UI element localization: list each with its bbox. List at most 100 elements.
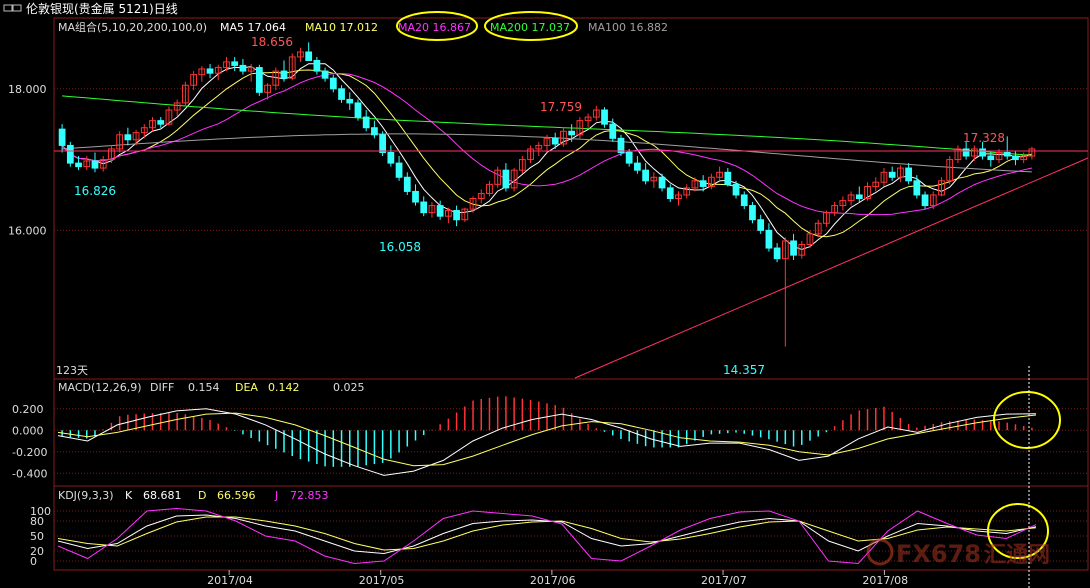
- candle-body-down: [329, 77, 337, 90]
- candle-body-down: [239, 64, 247, 72]
- candle: [157, 117, 165, 128]
- candle: [346, 92, 354, 111]
- kdj-d-label: D: [198, 489, 206, 502]
- candle-body-down: [1003, 151, 1011, 157]
- macd-series: 0.200 0.000 -0.200 -0.400: [12, 396, 1088, 480]
- candle: [173, 99, 181, 116]
- bar-count-label: 123天: [56, 364, 88, 377]
- candle-body-down: [987, 155, 995, 161]
- candle-body-down: [757, 219, 765, 231]
- candle-body-down: [75, 162, 82, 168]
- candle: [740, 191, 748, 210]
- candle: [765, 223, 773, 252]
- candle-body-down: [313, 59, 321, 72]
- candle-body-down: [305, 51, 313, 61]
- candle: [592, 105, 600, 121]
- candle: [108, 145, 115, 164]
- ma10-value: MA10 17.012: [305, 21, 378, 34]
- candle-body-down: [732, 183, 740, 196]
- high-annotation-2: 17.759: [540, 100, 582, 114]
- candle: [823, 210, 830, 227]
- candle: [149, 117, 156, 132]
- candle: [255, 64, 263, 96]
- candle: [91, 152, 99, 173]
- candle: [847, 191, 855, 206]
- candle-body-down: [91, 160, 99, 169]
- ma5-line: [61, 63, 1033, 251]
- candle-body-down: [979, 148, 986, 157]
- candle: [198, 66, 206, 82]
- kdj-k-label: K: [125, 489, 133, 502]
- candle: [798, 240, 806, 259]
- candle: [888, 166, 896, 181]
- candle: [921, 191, 929, 210]
- candle: [617, 134, 625, 157]
- candle: [354, 99, 362, 121]
- kdj-header: KDJ(9,3,3) K 68.681 D 66.596 J 72.853: [58, 489, 329, 502]
- candle: [338, 85, 345, 103]
- candle: [461, 207, 469, 222]
- low-annotation-3: 14.357: [723, 363, 765, 377]
- candle: [527, 145, 534, 164]
- candle: [560, 127, 567, 147]
- x-tick-label: 2017/07: [701, 574, 747, 587]
- kdj-j-value: 72.853: [290, 489, 329, 502]
- macd-dea-label: DEA: [235, 381, 258, 394]
- candle-body-down: [502, 169, 510, 189]
- candle: [412, 184, 419, 206]
- candle-body-down: [379, 134, 387, 153]
- candle-body-down: [66, 144, 74, 164]
- candle: [190, 71, 197, 91]
- candle-body-down: [773, 247, 781, 260]
- candle-body-down: [346, 98, 354, 104]
- candle-body-down: [921, 194, 929, 207]
- ma200-value: MA200 17.037: [490, 21, 570, 34]
- candle: [938, 177, 945, 197]
- analysis-lines: [54, 150, 1089, 379]
- candle: [946, 156, 954, 185]
- macd-tick-label: 0.000: [12, 424, 44, 437]
- candle-body-down: [601, 109, 608, 125]
- title-bar: 伦敦银现(贵金属 5121)日线: [0, 0, 1090, 18]
- candle: [913, 175, 921, 199]
- candle: [683, 184, 691, 199]
- candle: [872, 177, 880, 192]
- macd-tick-label: -0.200: [12, 446, 47, 459]
- candle: [855, 186, 863, 203]
- candle: [313, 56, 321, 75]
- candle: [305, 42, 313, 61]
- high-annotation-1: 18.656: [251, 35, 293, 49]
- candle: [666, 184, 674, 203]
- candle-body-down: [354, 102, 362, 118]
- candle-body-down: [371, 127, 378, 136]
- x-tick-label: 2017/05: [359, 574, 405, 587]
- candle-body-down: [321, 70, 329, 79]
- candle: [970, 145, 978, 161]
- candle: [165, 106, 173, 126]
- candle: [839, 196, 847, 211]
- candle: [584, 113, 592, 128]
- candle-body-down: [724, 171, 732, 185]
- price-annotations: 18.656 17.759 17.328 16.826 16.058 14.35…: [56, 35, 1005, 377]
- watermark-logo-icon: [866, 538, 894, 566]
- candle: [929, 191, 937, 210]
- watermark-text-cn: 汇通网: [984, 543, 1050, 568]
- candle-body-down: [231, 61, 239, 66]
- price-tick-label: 16.000: [8, 224, 47, 237]
- candle-body-down: [609, 123, 617, 139]
- candle: [749, 202, 756, 224]
- candle: [83, 156, 91, 171]
- candle: [1012, 151, 1019, 166]
- candle: [864, 182, 871, 201]
- candle: [453, 205, 460, 227]
- candle: [280, 60, 288, 82]
- candle-body-down: [412, 190, 419, 203]
- candle-body-down: [453, 210, 460, 221]
- candle-body-down: [551, 137, 559, 145]
- candle: [675, 191, 682, 206]
- candle-body-down: [1012, 155, 1019, 161]
- candle: [445, 207, 452, 224]
- candle-body-down: [666, 187, 674, 200]
- candle: [724, 168, 732, 187]
- x-tick-label: 2017/04: [207, 574, 253, 587]
